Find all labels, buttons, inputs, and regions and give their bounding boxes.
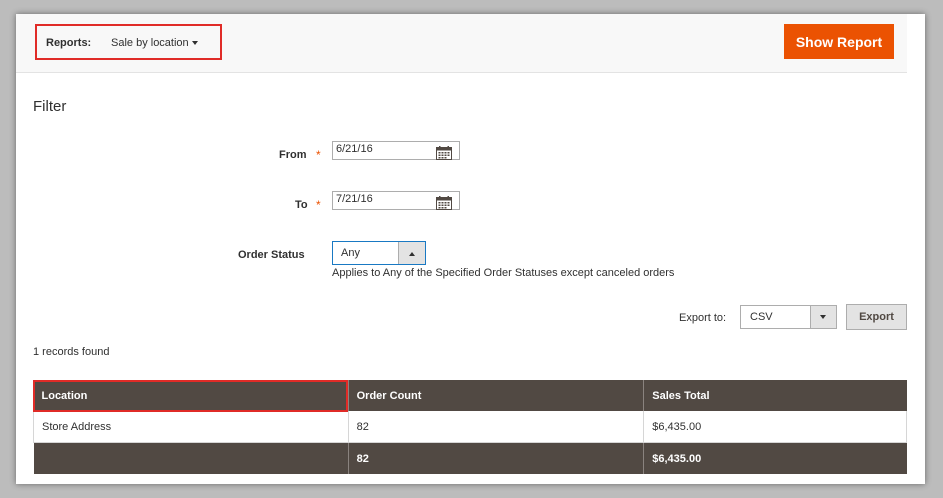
- reports-switcher[interactable]: Reports: Sale by location: [35, 24, 222, 60]
- records-count: 1 records found: [33, 346, 110, 358]
- export-button[interactable]: Export: [846, 304, 907, 330]
- calendar-icon[interactable]: [436, 146, 452, 160]
- total-sales-total: $6,435.00: [643, 442, 907, 474]
- cell-sales-total: $6,435.00: [643, 411, 907, 443]
- order-status-note: Applies to Any of the Specified Order St…: [332, 267, 675, 279]
- export-label: Export to:: [679, 312, 727, 324]
- export-format-select[interactable]: CSV: [740, 305, 837, 329]
- order-status-value: Any: [341, 247, 360, 259]
- chevron-down-icon[interactable]: [192, 41, 198, 45]
- export-format-value: CSV: [750, 311, 773, 323]
- grid-header-row: Location Order Count Sales Total: [33, 380, 907, 411]
- filter-title: Filter: [33, 98, 67, 115]
- report-grid: Location Order Count Sales Total Store A…: [33, 380, 907, 474]
- chevron-up-icon: [409, 252, 415, 256]
- reports-value[interactable]: Sale by location: [111, 37, 189, 49]
- cell-order-count: 82: [348, 411, 645, 443]
- total-order-count: 82: [348, 442, 645, 474]
- report-panel: Reports: Sale by location Show Report Fi…: [16, 14, 925, 484]
- to-label: To: [295, 199, 308, 211]
- show-report-button[interactable]: Show Report: [784, 24, 894, 59]
- totals-row: 82 $6,435.00: [33, 442, 907, 474]
- chevron-down-icon: [820, 315, 826, 319]
- calendar-icon[interactable]: [436, 196, 452, 210]
- total-location: [33, 442, 349, 474]
- cell-location: Store Address: [33, 411, 349, 443]
- export-format-toggle[interactable]: [810, 306, 836, 328]
- column-header-sales-total[interactable]: Sales Total: [643, 380, 907, 411]
- required-mark: *: [316, 148, 321, 162]
- order-status-select[interactable]: Any: [332, 241, 426, 265]
- reports-label: Reports:: [46, 37, 92, 49]
- order-status-toggle[interactable]: [398, 242, 425, 264]
- table-row: Store Address 82 $6,435.00: [33, 411, 907, 443]
- from-label: From: [279, 149, 307, 161]
- column-header-location[interactable]: Location: [33, 380, 349, 411]
- report-toolbar: Reports: Sale by location Show Report: [16, 14, 907, 73]
- required-mark: *: [316, 198, 321, 212]
- order-status-label: Order Status: [238, 249, 305, 261]
- column-header-order-count[interactable]: Order Count: [348, 380, 645, 411]
